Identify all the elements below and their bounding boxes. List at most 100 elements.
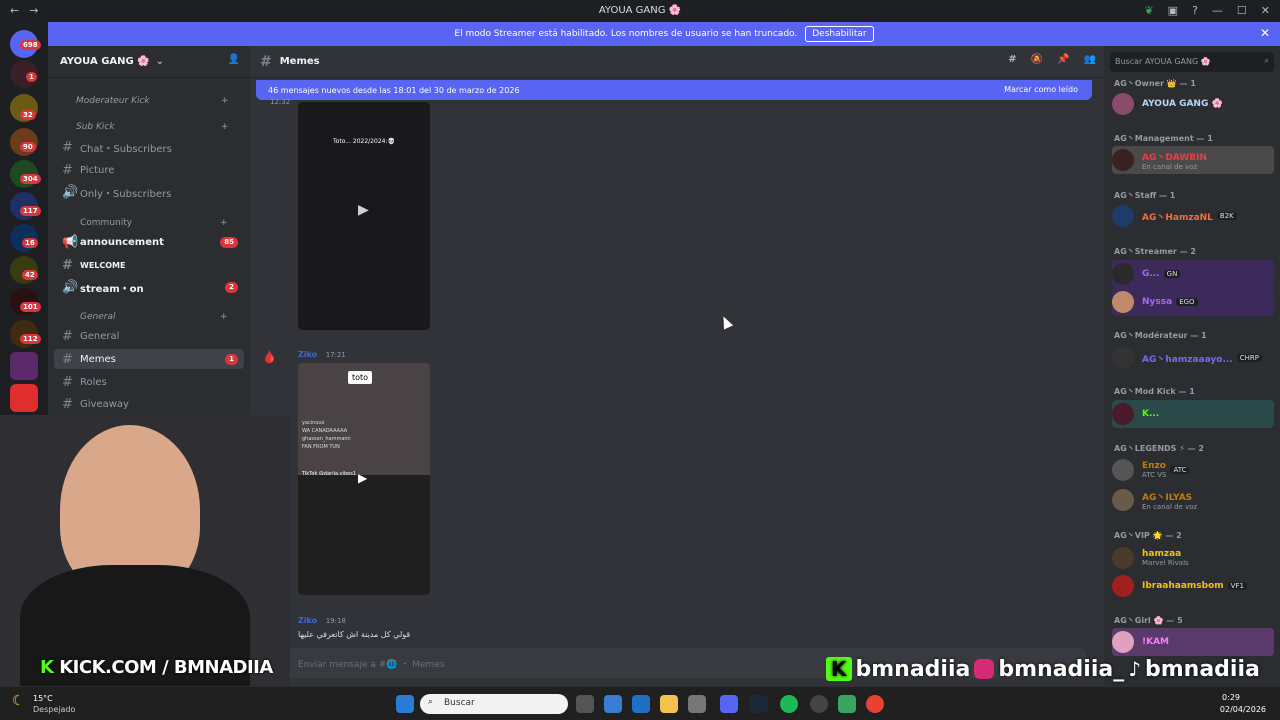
role-header: AG丶Girl 🌸 — 5 (1114, 616, 1183, 625)
server-header[interactable]: AYOUA GANG 🌸 ⌄ 👤 (48, 46, 250, 78)
member-item[interactable]: Enzo ATC VS ATC (1112, 456, 1274, 484)
category-community[interactable]: Community + (80, 218, 228, 228)
instagram-icon (974, 659, 995, 679)
role-header: AG丶LEGENDS ⚡ — 2 (1114, 444, 1204, 453)
chat-area: # Memes # 🔕 📌 👥 46 mensajes nuevos desde… (250, 46, 1104, 686)
pin-icon[interactable]: 📌 (1057, 54, 1069, 65)
avatar (1112, 205, 1134, 227)
explorer-icon[interactable] (660, 695, 678, 713)
category-sub-kick[interactable]: Sub Kick + (76, 122, 229, 132)
leaf-icon[interactable]: ❦ (1144, 4, 1153, 17)
category-general[interactable]: General + (80, 312, 228, 322)
store-icon[interactable] (604, 695, 622, 713)
channel-chat-subscribers[interactable]: # Chat・Subscribers (54, 137, 244, 157)
mark-read-button[interactable]: Marcar como leído (1004, 85, 1078, 94)
video-thumbnail (298, 475, 430, 595)
start-icon[interactable] (396, 695, 414, 713)
member-list: AG丶Owner 👑 — 1 AYOUA GANG 🌸 AG丶Managemen… (1104, 78, 1280, 686)
role-header: AG丶VIP 🌟 — 2 (1114, 531, 1182, 540)
channel-announcement[interactable]: 📢 announcement 85 (54, 232, 244, 252)
play-icon[interactable]: ▶ (358, 202, 369, 218)
channel-memes[interactable]: # Memes 1 (54, 349, 244, 369)
taskbar-search[interactable]: ⌕ Buscar (420, 694, 568, 714)
channel-header: # Memes # 🔕 📌 👥 (250, 46, 1104, 78)
author-name[interactable]: Ziko (298, 350, 317, 359)
close-banner-icon[interactable]: ✕ (1260, 26, 1270, 40)
member-list-icon[interactable]: 👥 (1084, 54, 1096, 65)
member-item[interactable]: AG丶hamzaaayo... CHRP (1112, 344, 1274, 372)
obs-icon[interactable] (810, 695, 828, 713)
hash-icon: # (62, 328, 73, 344)
streamer-mode-banner: El modo Streamer está habilitado. Los no… (48, 22, 1280, 46)
avatar[interactable]: 🩸 (262, 350, 277, 364)
minimize-icon[interactable]: — (1212, 4, 1223, 17)
add-user-icon[interactable]: 👤 (228, 54, 240, 65)
clock-date[interactable]: 02/04/2026 (1220, 705, 1266, 714)
video-attachment[interactable]: Toto... 2022/2024:💀 ▶ (298, 102, 430, 330)
maximize-icon[interactable]: ☐ (1237, 4, 1247, 17)
channel-welcome[interactable]: # WELCOME (54, 255, 244, 275)
disable-button[interactable]: Deshabilitar (805, 26, 874, 42)
member-item[interactable]: Nyssa EGO (1112, 288, 1274, 316)
threads-icon[interactable]: # (1008, 54, 1016, 65)
member-item[interactable]: hamzaa Marvel Rivals (1112, 544, 1274, 572)
message-header: Ziko 19:18 (298, 616, 346, 625)
play-icon[interactable]: ▶ (358, 471, 367, 485)
new-messages-bar[interactable]: 46 mensajes nuevos desde las 18:01 del 3… (256, 80, 1092, 100)
kick-overlay-text: K KICK.COM / BMNADIIA (40, 657, 273, 678)
title-bar: ← → AYOUA GANG 🌸 ❦ ▣ ? — ☐ ✕ (0, 0, 1280, 22)
channel-name: Memes (279, 56, 320, 67)
guild-badge: 101 (20, 302, 41, 312)
tiktok-icon: ♪ (1128, 657, 1141, 681)
member-item[interactable]: AG丶HamzaNL B2K (1112, 202, 1274, 230)
avatar (1112, 93, 1134, 115)
tiktok-live-icon[interactable] (10, 384, 38, 412)
member-item[interactable]: K... (1112, 400, 1274, 428)
channel-general[interactable]: # General (54, 326, 244, 346)
webcam-overlay (0, 415, 290, 686)
member-item[interactable]: G... GN (1112, 260, 1274, 288)
channel-only-subscribers[interactable]: 🔊 Only・Subscribers (54, 182, 244, 202)
search-input[interactable]: Buscar AYOUA GANG 🌸 ⌕ (1110, 52, 1274, 72)
avatar (1112, 403, 1134, 425)
mute-bell-icon[interactable]: 🔕 (1031, 54, 1043, 65)
member-item[interactable]: AG丶ILYAS En canal de voz (1112, 486, 1274, 514)
server-icon[interactable] (10, 352, 38, 380)
search-icon: ⌕ (1264, 56, 1269, 65)
speaker-icon: 🔊 (62, 184, 79, 200)
avatar (1112, 547, 1134, 569)
role-header: AG丶Management — 1 (1114, 134, 1213, 143)
weather-icon: ☾ (12, 693, 25, 709)
weather-desc: Despejado (33, 705, 76, 714)
steam-icon[interactable] (750, 695, 768, 713)
server-name: AYOUA GANG 🌸 (60, 56, 150, 67)
avatar (1112, 347, 1134, 369)
window-title: AYOUA GANG 🌸 (598, 5, 682, 16)
channel-picture[interactable]: # Picture (54, 160, 244, 180)
channel-giveaway[interactable]: # Giveaway (54, 394, 244, 414)
channel-roles[interactable]: # Roles (54, 372, 244, 392)
app-icon[interactable] (688, 695, 706, 713)
outlook-icon[interactable] (632, 695, 650, 713)
task-view-icon[interactable] (576, 695, 594, 713)
close-window-icon[interactable]: ✕ (1261, 4, 1270, 17)
inbox-icon[interactable]: ▣ (1168, 4, 1178, 17)
discord-icon[interactable] (720, 695, 738, 713)
member-item[interactable]: AYOUA GANG 🌸 (1112, 90, 1274, 118)
spotify-icon[interactable] (780, 695, 798, 713)
kick-app-icon[interactable] (838, 695, 856, 713)
member-item[interactable]: AG丶DAWBIN En canal de voz (1112, 146, 1274, 174)
guild-badge: 42 (22, 270, 38, 280)
video-attachment[interactable]: toto yacinoux WA CANADAAAAA ghassen_hammam… (298, 363, 430, 595)
channel-stream-on[interactable]: 🔊 stream・on 2 (54, 277, 244, 297)
help-icon[interactable]: ? (1192, 4, 1198, 17)
video-label: toto (348, 371, 373, 384)
author-name[interactable]: Ziko (298, 616, 317, 625)
category-moderateur-kick[interactable]: Moderateur Kick + (76, 96, 229, 106)
chrome-icon[interactable] (866, 695, 884, 713)
member-item[interactable]: Ibraahaamsbom VF1 (1112, 572, 1274, 600)
clock-time[interactable]: 0:29 (1222, 693, 1240, 702)
hash-icon: # (62, 374, 73, 390)
weather-temp: 15°C (33, 694, 53, 703)
role-header: AG丶Streamer — 2 (1114, 247, 1196, 256)
